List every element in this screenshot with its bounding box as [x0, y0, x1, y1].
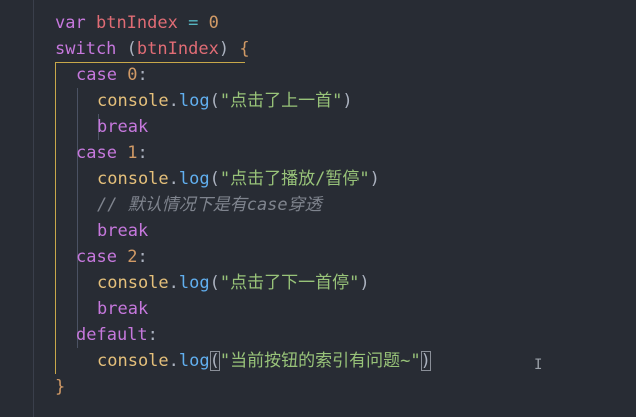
matched-paren: ) — [420, 351, 431, 371]
bracket-match-guide — [55, 62, 56, 374]
paren: ) — [359, 273, 370, 293]
number-literal: 1 — [127, 143, 138, 163]
keyword: case — [76, 143, 117, 163]
paren: ( — [126, 39, 137, 59]
identifier: btnIndex — [95, 13, 178, 33]
string-literal: "点击了播放/暂停" — [219, 169, 370, 189]
code-line-8[interactable]: // 默认情况下是有case穿透 — [97, 192, 322, 218]
keyword: case — [76, 247, 117, 267]
code-line-11[interactable]: console.log("点击了下一首停") — [97, 270, 370, 296]
number-literal: 0 — [208, 13, 219, 33]
text-cursor-icon: I — [534, 357, 543, 373]
object-name: console — [97, 351, 169, 371]
gutter-guide-line — [33, 0, 34, 417]
code-line-2[interactable]: switch (btnIndex) { — [55, 36, 250, 62]
matched-paren: ( — [209, 351, 220, 371]
code-line-3[interactable]: case 0: — [76, 62, 148, 88]
function-name: log — [178, 91, 210, 111]
number-literal: 2 — [127, 247, 138, 267]
object-name: console — [97, 273, 169, 293]
keyword: break — [97, 117, 149, 137]
dot: . — [168, 91, 179, 111]
string-literal: "当前按钮的索引有问题~" — [219, 351, 421, 371]
code-editor[interactable]: var btnIndex = 0 switch (btnIndex) { cas… — [0, 0, 636, 417]
code-line-5[interactable]: break — [97, 114, 148, 140]
keyword: switch — [55, 39, 117, 59]
brace: } — [55, 377, 66, 397]
colon: : — [137, 65, 148, 85]
dot: . — [168, 273, 179, 293]
colon: : — [137, 247, 148, 267]
code-line-10[interactable]: case 2: — [76, 244, 148, 270]
string-literal: "点击了下一首停" — [219, 273, 360, 293]
string-literal: "点击了上一首" — [219, 91, 343, 111]
code-line-15[interactable]: } — [55, 374, 65, 400]
object-name: console — [97, 91, 169, 111]
keyword: var — [55, 13, 86, 33]
code-line-13[interactable]: default: — [76, 322, 158, 348]
brace: { — [239, 39, 250, 59]
keyword: break — [97, 299, 149, 319]
indent-guide — [77, 88, 78, 348]
paren: ) — [369, 169, 380, 189]
dot: . — [168, 351, 179, 371]
number-literal: 0 — [127, 65, 138, 85]
paren: ( — [209, 91, 220, 111]
function-name: log — [178, 273, 210, 293]
object-name: console — [97, 169, 169, 189]
colon: : — [147, 325, 158, 345]
paren: ( — [209, 273, 220, 293]
function-name: log — [178, 351, 210, 371]
code-line-6[interactable]: case 1: — [76, 140, 148, 166]
function-name: log — [178, 169, 210, 189]
code-line-9[interactable]: break — [97, 218, 148, 244]
keyword: default — [76, 325, 148, 345]
code-line-12[interactable]: break — [97, 296, 148, 322]
paren: ) — [342, 91, 353, 111]
paren: ( — [209, 169, 220, 189]
colon: : — [137, 143, 148, 163]
identifier: btnIndex — [136, 39, 219, 59]
code-line-1[interactable]: var btnIndex = 0 — [55, 10, 219, 36]
comment: // 默认情况下是有case穿透 — [97, 195, 322, 215]
keyword: break — [97, 221, 149, 241]
keyword: case — [76, 65, 117, 85]
code-line-7[interactable]: console.log("点击了播放/暂停") — [97, 166, 380, 192]
dot: . — [168, 169, 179, 189]
operator: = — [188, 13, 199, 33]
paren: ) — [218, 39, 230, 59]
code-line-14[interactable]: console.log("当前按钮的索引有问题~") — [97, 348, 431, 374]
code-line-4[interactable]: console.log("点击了上一首") — [97, 88, 353, 114]
